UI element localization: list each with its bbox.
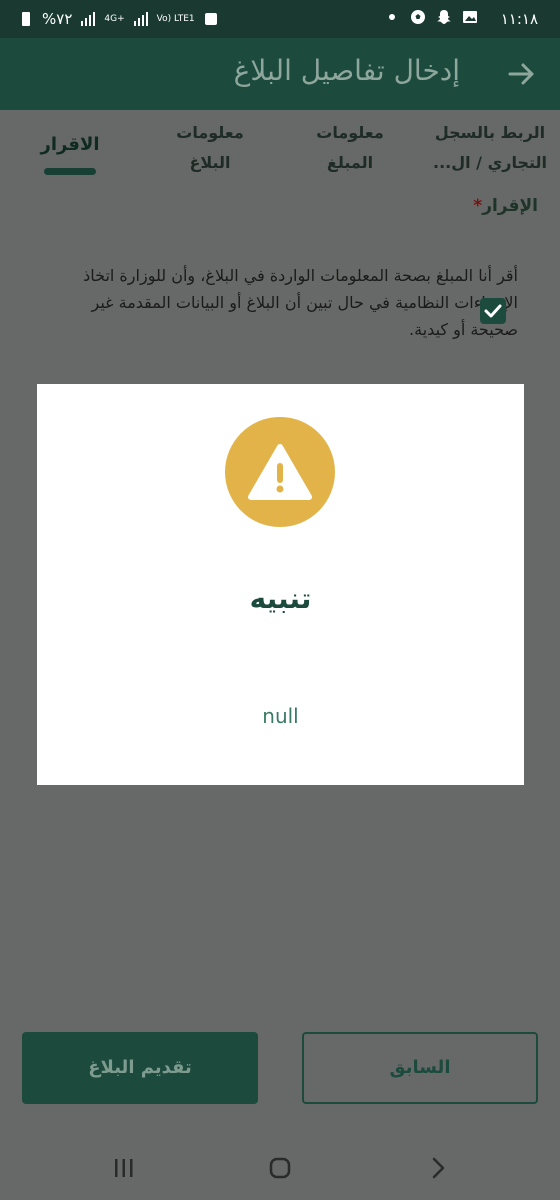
dot-icon — [389, 14, 395, 20]
network-label-4g: 4G+ — [104, 13, 125, 24]
status-right-icons — [384, 9, 478, 25]
tab-declaration[interactable]: الاقرار — [30, 130, 110, 175]
battery-text: %٧٢ — [42, 10, 73, 28]
status-time: ١١:١٨ — [500, 10, 538, 28]
status-left: %٧٢ 4G+ Vo) LTE1 — [18, 10, 219, 28]
signal-icon — [133, 12, 148, 26]
network-label-lte: Vo) LTE1 — [156, 13, 195, 24]
app-bar: إدخال تفاصيل البلاغ — [0, 38, 560, 110]
snapchat-icon — [437, 10, 451, 24]
tab-reporter-info[interactable]: معلومات المبلغ — [300, 118, 400, 178]
recent-apps-icon[interactable] — [110, 1154, 138, 1182]
declaration-label: الإقرار* — [473, 196, 538, 216]
declaration-text: أقر أنا المبلغ بصحة المعلومات الواردة في… — [83, 266, 518, 339]
gallery-icon — [463, 11, 477, 23]
checkmark-icon — [484, 304, 502, 318]
warning-icon-circle — [225, 417, 335, 527]
signal-icon — [81, 12, 96, 26]
warning-icon — [248, 444, 312, 500]
tab-report-info[interactable]: معلومات البلاغ — [160, 118, 260, 178]
back-chevron-icon[interactable] — [424, 1154, 452, 1182]
active-tab-indicator — [44, 168, 96, 175]
dialog-message: null — [262, 704, 299, 728]
tab-label: معلومات — [176, 123, 244, 142]
page-title: إدخال تفاصيل البلاغ — [233, 54, 460, 87]
declaration-title: الإقرار — [482, 196, 538, 216]
soccer-ball-icon — [411, 10, 425, 24]
declaration-checkbox[interactable] — [480, 298, 506, 324]
tab-label: الربط بالسجل — [434, 123, 546, 142]
tab-label: التجاري / ال... — [432, 153, 548, 172]
status-bar: %٧٢ 4G+ Vo) LTE1 ١١:١٨ — [0, 0, 560, 38]
tab-label: معلومات — [316, 123, 384, 142]
home-icon[interactable] — [266, 1154, 294, 1182]
system-nav-bar — [0, 1134, 560, 1200]
tab-commercial-registry[interactable]: الربط بالسجل التجاري / ال... — [430, 118, 550, 178]
arrow-right-icon[interactable] — [506, 58, 538, 90]
previous-button[interactable]: السابق — [302, 1032, 538, 1104]
tab-label: الاقرار — [40, 134, 100, 155]
battery-icon — [22, 12, 30, 26]
step-tabs: الربط بالسجل التجاري / ال... معلومات الم… — [0, 110, 560, 200]
dialog-title: تنبيه — [249, 582, 312, 615]
submit-report-button[interactable]: تقديم البلاغ — [22, 1032, 258, 1104]
alert-dialog: تنبيه null — [37, 384, 524, 785]
app-notification-icon — [204, 13, 217, 25]
tab-label: المبلغ — [326, 153, 374, 172]
required-mark: * — [473, 196, 483, 216]
tab-label: البلاغ — [189, 153, 231, 172]
